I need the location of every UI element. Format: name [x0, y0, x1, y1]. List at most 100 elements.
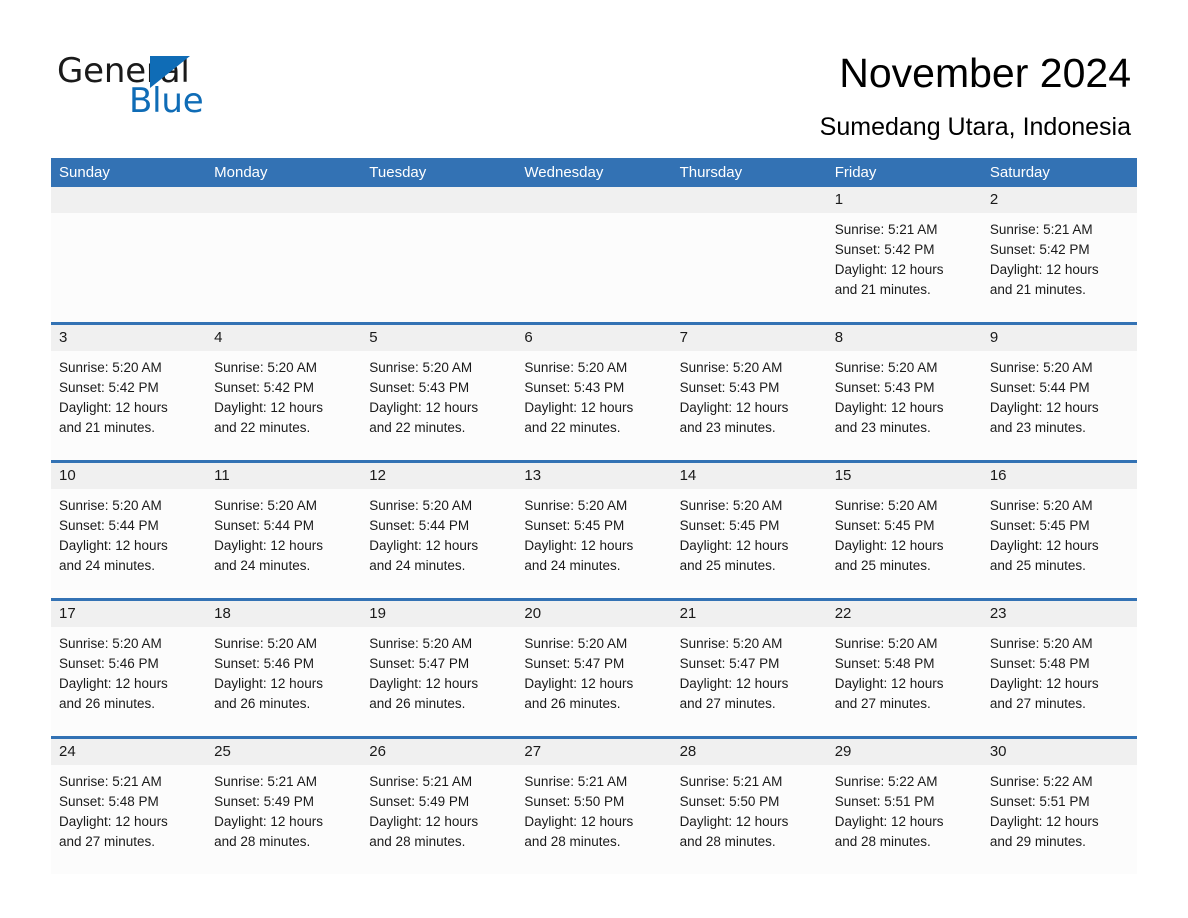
day-cell[interactable]: Sunrise: 5:20 AM Sunset: 5:46 PM Daylight:…	[206, 627, 361, 736]
day-cell[interactable]: Sunrise: 5:22 AM Sunset: 5:51 PM Daylight:…	[982, 765, 1137, 874]
sunset-text: Sunset: 5:48 PM	[59, 794, 159, 809]
day-number[interactable]: 30	[982, 739, 1137, 765]
sunset-text: Sunset: 5:49 PM	[369, 794, 470, 809]
day-cell[interactable]: Sunrise: 5:20 AM Sunset: 5:45 PM Daylight:…	[827, 489, 982, 598]
day-number[interactable]: 2	[982, 187, 1137, 213]
day-cell[interactable]: Sunrise: 5:20 AM Sunset: 5:45 PM Daylight:…	[516, 489, 671, 598]
week-row: 24 25 26 27 28 29 30 Sunrise: 5:21 AM Sunset: 5:…	[51, 736, 1137, 874]
day-cell[interactable]: Sunrise: 5:20 AM Sunset: 5:47 PM Daylight:…	[672, 627, 827, 736]
day-cell[interactable]: Sunrise: 5:21 AM Sunset: 5:42 PM Daylight:…	[827, 213, 982, 322]
page-title: November 2024	[839, 50, 1131, 96]
daylight-text-cont: and 29 minutes.	[989, 834, 1086, 849]
sunrise-text: Sunrise: 5:21 AM	[59, 774, 162, 789]
day-cell[interactable]: Sunrise: 5:20 AM Sunset: 5:42 PM Daylight:…	[206, 351, 361, 460]
day-cell[interactable]: Sunrise: 5:21 AM Sunset: 5:50 PM Daylight:…	[516, 765, 671, 874]
day-number[interactable]: 15	[827, 463, 982, 489]
day-cell[interactable]: Sunrise: 5:20 AM Sunset: 5:43 PM Daylight:…	[516, 351, 671, 460]
daylight-text: Daylight: 12 hours	[834, 262, 944, 277]
day-number[interactable]: 23	[982, 601, 1137, 627]
day-cell[interactable]: Sunrise: 5:21 AM Sunset: 5:50 PM Daylight:…	[672, 765, 827, 874]
day-number[interactable]: 22	[827, 601, 982, 627]
day-cell[interactable]: Sunrise: 5:20 AM Sunset: 5:44 PM Daylight:…	[982, 351, 1137, 460]
day-number[interactable]: 3	[51, 325, 206, 351]
weeks-container: 1 2 Sunrise: 5:21 AM Sunset: 5:42 PM Dayligh…	[51, 187, 1137, 874]
day-cell-empty	[51, 213, 206, 322]
sunset-text: Sunset: 5:43 PM	[679, 380, 780, 395]
day-cell[interactable]: Sunrise: 5:20 AM Sunset: 5:44 PM Daylight:…	[51, 489, 206, 598]
day-number[interactable]: 20	[516, 601, 671, 627]
sunset-text: Sunset: 5:51 PM	[834, 794, 935, 809]
day-number[interactable]: 25	[206, 739, 361, 765]
sunset-text: Sunset: 5:44 PM	[989, 380, 1090, 395]
general-blue-logo[interactable]: General Blue	[57, 52, 297, 124]
daylight-text-cont: and 27 minutes.	[989, 696, 1086, 711]
sunrise-text: Sunrise: 5:20 AM	[214, 636, 317, 651]
daylight-text-cont: and 26 minutes.	[214, 696, 311, 711]
day-cell[interactable]: Sunrise: 5:20 AM Sunset: 5:44 PM Daylight:…	[361, 489, 516, 598]
logo-text-blue: Blue	[129, 81, 204, 121]
sunrise-text: Sunrise: 5:20 AM	[214, 498, 317, 513]
day-cell[interactable]: Sunrise: 5:20 AM Sunset: 5:45 PM Daylight:…	[982, 489, 1137, 598]
sunrise-text: Sunrise: 5:21 AM	[679, 774, 783, 789]
daylight-text-cont: and 28 minutes.	[369, 834, 466, 849]
day-cell[interactable]: Sunrise: 5:20 AM Sunset: 5:48 PM Daylight:…	[982, 627, 1137, 736]
day-number[interactable]: 10	[51, 463, 206, 489]
day-number[interactable]: 24	[51, 739, 206, 765]
sunset-text: Sunset: 5:42 PM	[214, 380, 314, 395]
day-cell[interactable]: Sunrise: 5:20 AM Sunset: 5:48 PM Daylight:…	[827, 627, 982, 736]
day-number[interactable]: 6	[516, 325, 671, 351]
day-number-empty	[206, 187, 361, 213]
week-date-band: 17 18 19 20 21 22 23	[51, 601, 1137, 627]
day-number[interactable]: 21	[672, 601, 827, 627]
day-cell[interactable]: Sunrise: 5:20 AM Sunset: 5:46 PM Daylight:…	[51, 627, 206, 736]
day-number[interactable]: 7	[672, 325, 827, 351]
day-cell[interactable]: Sunrise: 5:21 AM Sunset: 5:49 PM Daylight:…	[206, 765, 361, 874]
sunset-text: Sunset: 5:45 PM	[834, 518, 935, 533]
day-cell[interactable]: Sunrise: 5:20 AM Sunset: 5:47 PM Daylight:…	[361, 627, 516, 736]
day-number[interactable]: 29	[827, 739, 982, 765]
day-cell[interactable]: Sunrise: 5:20 AM Sunset: 5:42 PM Daylight:…	[51, 351, 206, 460]
daylight-text: Daylight: 12 hours	[989, 814, 1099, 829]
day-number[interactable]: 13	[516, 463, 671, 489]
day-cell[interactable]: Sunrise: 5:20 AM Sunset: 5:43 PM Daylight:…	[361, 351, 516, 460]
day-cell[interactable]: Sunrise: 5:22 AM Sunset: 5:51 PM Daylight:…	[827, 765, 982, 874]
day-cell[interactable]: Sunrise: 5:21 AM Sunset: 5:49 PM Daylight:…	[361, 765, 516, 874]
sunrise-text: Sunrise: 5:21 AM	[834, 222, 938, 237]
sunrise-text: Sunrise: 5:20 AM	[369, 360, 473, 375]
day-number[interactable]: 17	[51, 601, 206, 627]
daylight-text-cont: and 23 minutes.	[834, 420, 931, 435]
day-cell[interactable]: Sunrise: 5:20 AM Sunset: 5:43 PM Daylight:…	[672, 351, 827, 460]
daylight-text-cont: and 26 minutes.	[369, 696, 466, 711]
day-number[interactable]: 16	[982, 463, 1137, 489]
daylight-text-cont: and 22 minutes.	[524, 420, 621, 435]
day-cell[interactable]: Sunrise: 5:21 AM Sunset: 5:48 PM Daylight:…	[51, 765, 206, 874]
day-number[interactable]: 11	[206, 463, 361, 489]
daylight-text-cont: and 28 minutes.	[679, 834, 776, 849]
day-number[interactable]: 1	[827, 187, 982, 213]
sunset-text: Sunset: 5:45 PM	[524, 518, 625, 533]
sunset-text: Sunset: 5:51 PM	[989, 794, 1090, 809]
day-number[interactable]: 5	[361, 325, 516, 351]
sunrise-text: Sunrise: 5:22 AM	[989, 774, 1093, 789]
week-date-band: 3456789	[51, 325, 1137, 351]
day-number[interactable]: 26	[361, 739, 516, 765]
day-number[interactable]: 27	[516, 739, 671, 765]
day-number[interactable]: 18	[206, 601, 361, 627]
day-number[interactable]: 9	[982, 325, 1137, 351]
day-cell[interactable]: Sunrise: 5:20 AM Sunset: 5:44 PM Daylight:…	[206, 489, 361, 598]
day-cell[interactable]: Sunrise: 5:20 AM Sunset: 5:43 PM Daylight:…	[827, 351, 982, 460]
daylight-text: Daylight: 12 hours	[214, 538, 323, 553]
day-number[interactable]: 12	[361, 463, 516, 489]
day-cell[interactable]: Sunrise: 5:21 AM Sunset: 5:42 PM Daylight:…	[982, 213, 1137, 322]
weekday-header-sunday: Sunday	[59, 164, 110, 181]
day-number[interactable]: 19	[361, 601, 516, 627]
day-number[interactable]: 8	[827, 325, 982, 351]
day-cell[interactable]: Sunrise: 5:20 AM Sunset: 5:45 PM Daylight:…	[672, 489, 827, 598]
sunset-text: Sunset: 5:50 PM	[679, 794, 780, 809]
day-number[interactable]: 4	[206, 325, 361, 351]
daylight-text-cont: and 22 minutes.	[369, 420, 466, 435]
day-number[interactable]: 28	[672, 739, 827, 765]
weekday-header-friday: Friday	[834, 164, 877, 181]
day-cell[interactable]: Sunrise: 5:20 AM Sunset: 5:47 PM Daylight:…	[516, 627, 671, 736]
day-number[interactable]: 14	[672, 463, 827, 489]
